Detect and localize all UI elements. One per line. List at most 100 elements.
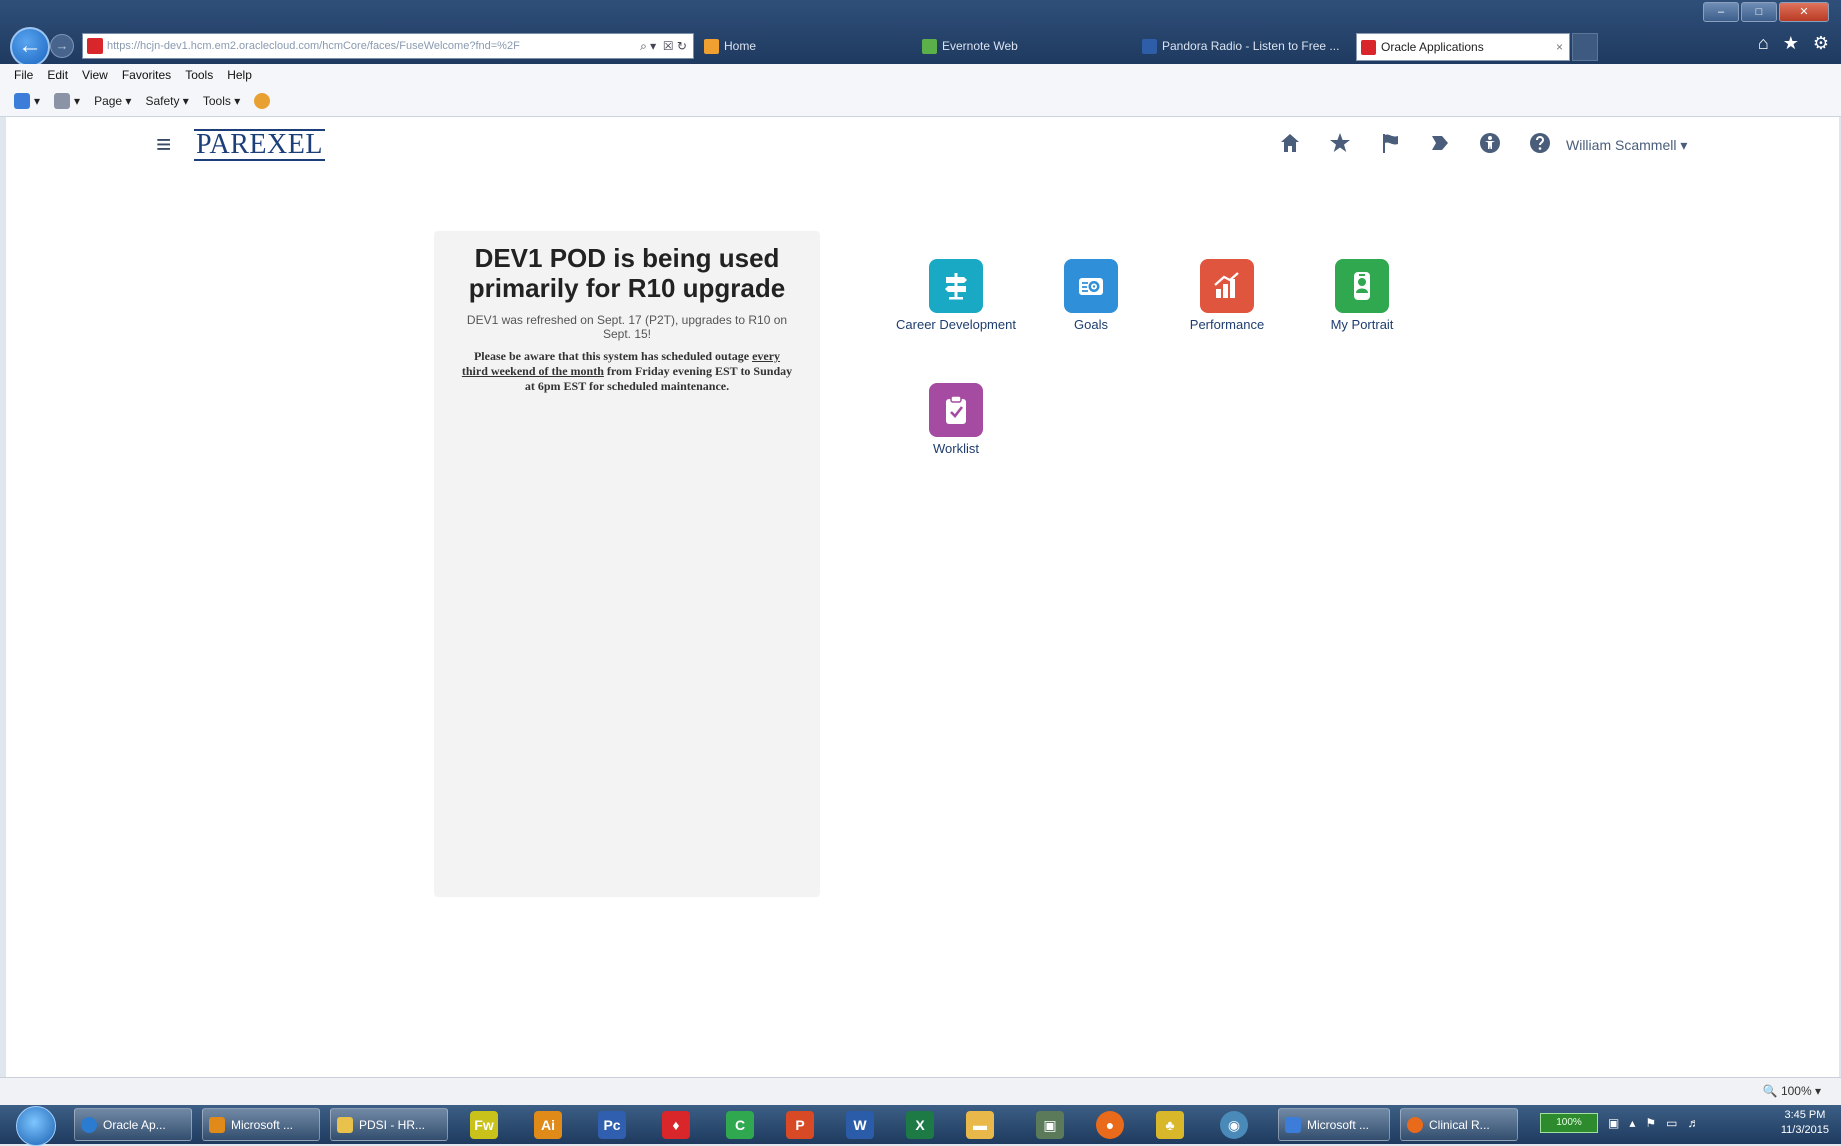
watchlist-flag-icon[interactable] bbox=[1376, 129, 1404, 157]
menu-edit[interactable]: Edit bbox=[47, 68, 68, 82]
tab-oracle-applications[interactable]: Oracle Applications × bbox=[1356, 33, 1570, 61]
browser-titlebar: – □ ✕ ← → https://hcjn-dev1.hcm.em2.orac… bbox=[0, 0, 1841, 67]
home-command[interactable]: ▾ bbox=[14, 93, 40, 109]
browser-toolbar-right: ⌂ ★ ⚙ bbox=[1758, 33, 1829, 54]
messenger-icon[interactable]: ▬ bbox=[966, 1111, 994, 1139]
tab-close-icon[interactable]: × bbox=[1556, 40, 1563, 54]
menu-tools[interactable]: Tools bbox=[185, 68, 213, 82]
outage-note-text: Please be aware that this system has sch… bbox=[473, 349, 753, 363]
goals-icon bbox=[1064, 259, 1118, 313]
excel-icon[interactable]: X bbox=[906, 1111, 934, 1139]
c-app-icon[interactable]: C bbox=[726, 1111, 754, 1139]
favorites-star-icon[interactable]: ★ bbox=[1783, 33, 1799, 54]
zoom-level[interactable]: 🔍 100% ▾ bbox=[1763, 1084, 1821, 1098]
signpost-icon bbox=[929, 259, 983, 313]
help-icon[interactable] bbox=[254, 93, 271, 109]
illustrator-icon[interactable]: Ai bbox=[534, 1111, 562, 1139]
maximize-button[interactable]: □ bbox=[1741, 2, 1777, 22]
chrome-icon[interactable]: ◉ bbox=[1220, 1111, 1248, 1139]
page-content: ≡ PAREXEL William Scammell ▾ DEV1 POD is… bbox=[6, 117, 1839, 1077]
pc-app-icon[interactable]: Pc bbox=[598, 1111, 626, 1139]
acrobat-icon[interactable]: ♦ bbox=[662, 1111, 690, 1139]
feeds-command[interactable]: ▾ bbox=[54, 93, 80, 109]
app-label: Worklist bbox=[933, 441, 979, 456]
taskbar-clinical-firefox[interactable]: Clinical R... bbox=[1400, 1108, 1518, 1141]
taskbar-label: Microsoft ... bbox=[1307, 1117, 1370, 1132]
settings-gear-icon[interactable]: ⚙ bbox=[1813, 33, 1829, 54]
back-arrow-icon: ← bbox=[18, 32, 42, 59]
forward-arrow-icon: → bbox=[55, 38, 69, 53]
address-bar-actions[interactable]: ⌕ ▾ ☒ ↻ bbox=[634, 39, 693, 54]
outlook-icon bbox=[209, 1116, 225, 1133]
tab-pandora[interactable]: Pandora Radio - Listen to Free ... bbox=[1142, 33, 1352, 59]
parexel-logo[interactable]: PAREXEL bbox=[194, 129, 325, 161]
display-icon[interactable]: ▭ bbox=[1666, 1116, 1677, 1130]
word-icon[interactable]: W bbox=[846, 1111, 874, 1139]
back-button[interactable]: ← bbox=[10, 27, 50, 67]
evernote-favicon-icon bbox=[922, 38, 937, 54]
home-icon[interactable] bbox=[1276, 129, 1304, 157]
menu-favorites[interactable]: Favorites bbox=[122, 68, 171, 82]
tab-label: Evernote Web bbox=[942, 39, 1018, 53]
taskbar-label: Microsoft ... bbox=[231, 1117, 294, 1132]
announcement-refresh-note: DEV1 was refreshed on Sept. 17 (P2T), up… bbox=[466, 313, 788, 341]
forward-button[interactable]: → bbox=[50, 34, 74, 58]
menu-view[interactable]: View bbox=[82, 68, 108, 82]
favorites-star-icon[interactable] bbox=[1326, 129, 1354, 157]
notifications-icon[interactable] bbox=[1426, 129, 1454, 157]
menu-file[interactable]: File bbox=[14, 68, 33, 82]
taskbar-oracle-app[interactable]: Oracle Ap... bbox=[74, 1108, 192, 1141]
taskbar-outlook[interactable]: Microsoft ... bbox=[202, 1108, 320, 1141]
app-worklist[interactable]: Worklist bbox=[896, 383, 1016, 456]
page-menu[interactable]: Page ▾ bbox=[94, 94, 131, 108]
help-badge-icon bbox=[254, 93, 271, 109]
address-bar[interactable]: https://hcjn-dev1.hcm.em2.oraclecloud.co… bbox=[82, 33, 694, 59]
tab-home[interactable]: Home bbox=[704, 33, 904, 59]
pandora-favicon-icon bbox=[1142, 38, 1157, 54]
network-icon[interactable]: ▣ bbox=[1608, 1116, 1619, 1130]
accessibility-icon[interactable] bbox=[1476, 129, 1504, 157]
app-career-development[interactable]: Career Development bbox=[896, 259, 1016, 332]
new-tab-button[interactable] bbox=[1572, 33, 1598, 61]
safety-menu[interactable]: Safety ▾ bbox=[145, 94, 188, 108]
tab-label: Oracle Applications bbox=[1381, 40, 1484, 54]
navigator-menu-icon[interactable]: ≡ bbox=[156, 131, 171, 157]
portrait-icon bbox=[1335, 259, 1389, 313]
global-header-icons bbox=[1276, 129, 1554, 157]
taskbar-explorer-folder[interactable]: PDSI - HR... bbox=[330, 1108, 448, 1141]
address-url[interactable]: https://hcjn-dev1.hcm.em2.oraclecloud.co… bbox=[107, 40, 634, 52]
help-icon[interactable] bbox=[1526, 129, 1554, 157]
misc-app-icon[interactable]: ♣ bbox=[1156, 1111, 1184, 1139]
start-button[interactable] bbox=[16, 1106, 56, 1146]
announcement-panel: DEV1 POD is being used primarily for R10… bbox=[434, 231, 820, 897]
volume-icon[interactable]: ♬ bbox=[1687, 1116, 1699, 1130]
app-goals[interactable]: Goals bbox=[1031, 259, 1151, 332]
home-icon[interactable]: ⌂ bbox=[1758, 33, 1769, 54]
fireworks-icon[interactable]: Fw bbox=[470, 1111, 498, 1139]
show-hidden-icons-icon[interactable]: ▴ bbox=[1629, 1116, 1635, 1130]
announcement-outage-note: Please be aware that this system has sch… bbox=[460, 349, 794, 394]
app-my-portrait[interactable]: My Portrait bbox=[1302, 259, 1422, 332]
menu-help[interactable]: Help bbox=[227, 68, 252, 82]
close-window-button[interactable]: ✕ bbox=[1779, 2, 1829, 22]
clock-date: 11/3/2015 bbox=[1780, 1124, 1829, 1136]
tools-menu[interactable]: Tools ▾ bbox=[203, 94, 240, 108]
user-menu[interactable]: William Scammell ▾ bbox=[1566, 137, 1687, 154]
tab-label: Home bbox=[724, 39, 757, 53]
taskbar-microsoft-lync[interactable]: Microsoft ... bbox=[1278, 1108, 1390, 1141]
internet-explorer-icon bbox=[81, 1116, 97, 1133]
remote-desktop-icon[interactable]: ▣ bbox=[1036, 1111, 1064, 1139]
battery-indicator[interactable]: 100% bbox=[1540, 1113, 1598, 1133]
powerpoint-icon[interactable]: P bbox=[786, 1111, 814, 1139]
flag-icon[interactable]: ⚑ bbox=[1645, 1116, 1656, 1130]
app-label: Performance bbox=[1189, 317, 1265, 332]
app-performance[interactable]: Performance bbox=[1167, 259, 1287, 332]
firefox-icon[interactable]: ● bbox=[1096, 1111, 1124, 1139]
tab-evernote[interactable]: Evernote Web bbox=[922, 33, 1122, 59]
minimize-button[interactable]: – bbox=[1703, 2, 1739, 22]
taskbar-clock[interactable]: 3:45 PM 11/3/2015 bbox=[1781, 1108, 1829, 1138]
home-dropdown[interactable]: ▾ bbox=[34, 94, 40, 108]
feeds-dropdown[interactable]: ▾ bbox=[74, 94, 80, 108]
home-favicon-icon bbox=[704, 38, 719, 54]
oracle-favicon-icon bbox=[87, 38, 103, 54]
